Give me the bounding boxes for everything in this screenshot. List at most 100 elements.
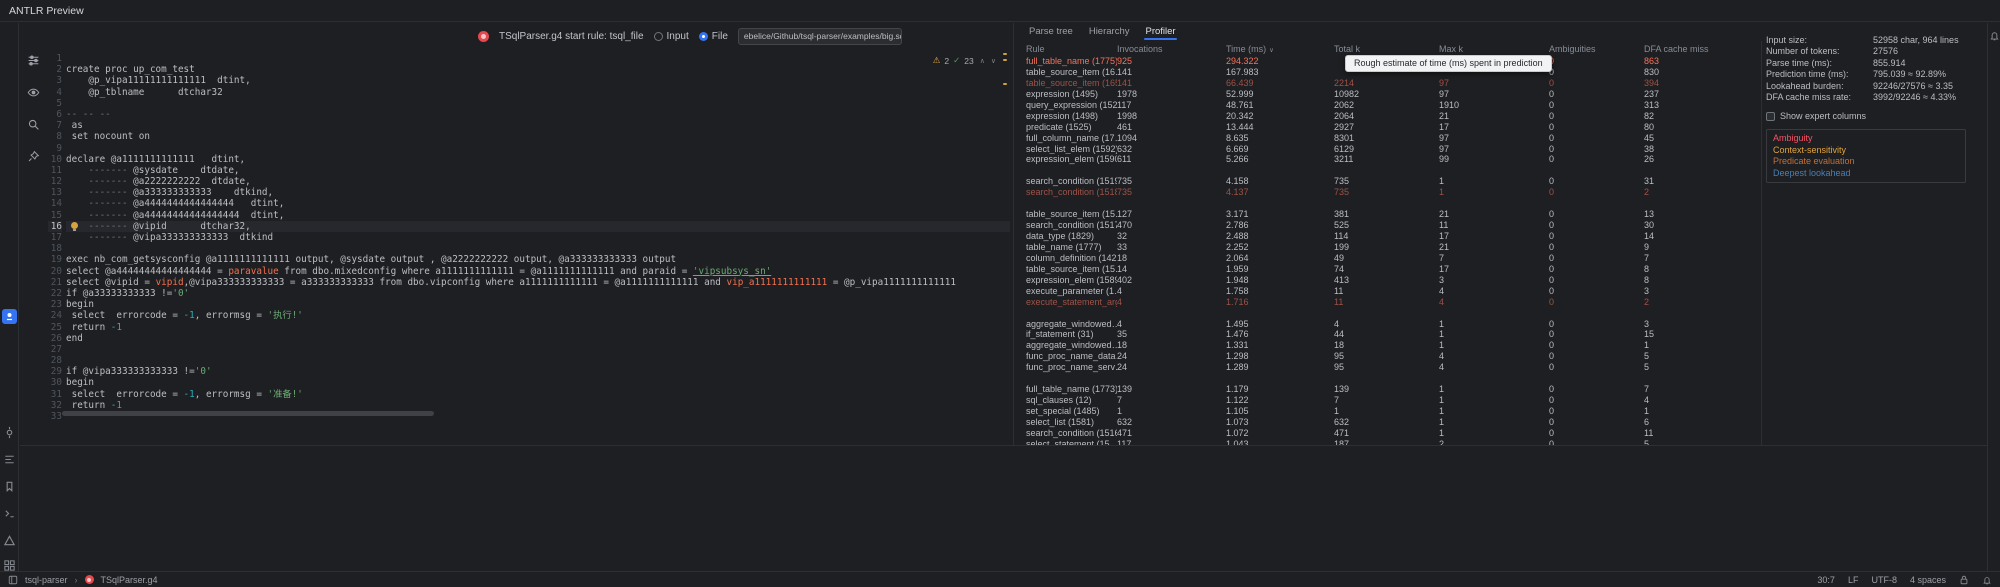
- column-header-invocations[interactable]: Invocations: [1117, 43, 1226, 56]
- next-issue-chevron-icon[interactable]: ∨: [991, 57, 996, 65]
- profiler-row[interactable]: search_condition (1516)4711.0724711011: [1014, 428, 1761, 439]
- profiler-row[interactable]: aggregate_windowed…181.33118101: [1014, 340, 1761, 351]
- code-line[interactable]: [66, 98, 1010, 109]
- bookmarks-icon[interactable]: [2, 479, 17, 494]
- code-line[interactable]: declare @a1111111111111 dtint,: [66, 154, 1010, 165]
- code-line[interactable]: [66, 143, 1010, 154]
- line-separator[interactable]: LF: [1848, 575, 1859, 585]
- settings-sliders-icon[interactable]: [26, 53, 41, 68]
- profiler-row[interactable]: [1014, 198, 1761, 209]
- profiler-row[interactable]: execute_statement_arg (1…41.71611402: [1014, 297, 1761, 308]
- window-icon[interactable]: [8, 575, 18, 585]
- code-line[interactable]: ------- @a44444444444444444 dtint,: [66, 210, 1010, 221]
- profiler-row[interactable]: select_list (1581)6321.073632106: [1014, 417, 1761, 428]
- profiler-row[interactable]: expression_elem (1590)6115.266321199026: [1014, 154, 1761, 165]
- warning-stripe-mark[interactable]: [1003, 53, 1007, 55]
- prev-issue-chevron-icon[interactable]: ∧: [980, 57, 985, 65]
- problems-icon[interactable]: [2, 533, 17, 548]
- cursor-position[interactable]: 30:7: [1817, 575, 1835, 585]
- profiler-row[interactable]: execute_parameter (1…41.75811403: [1014, 286, 1761, 297]
- search-icon[interactable]: [26, 117, 41, 132]
- column-header-rule[interactable]: Rule: [1014, 43, 1117, 56]
- profiler-row[interactable]: expression (1498)199820.342206421082: [1014, 111, 1761, 122]
- editor-code[interactable]: create proc up_com_test @p_vipa111111111…: [66, 53, 1010, 422]
- profiler-row[interactable]: table_source_item (1654)14166.4392214970…: [1014, 78, 1761, 89]
- profiler-row[interactable]: func_proc_name_serv…241.28995405: [1014, 362, 1761, 373]
- profiler-row[interactable]: [1014, 308, 1761, 319]
- file-encoding[interactable]: UTF-8: [1871, 575, 1897, 585]
- code-line[interactable]: return -1: [66, 322, 1010, 333]
- indent-setting[interactable]: 4 spaces: [1910, 575, 1946, 585]
- code-line[interactable]: -- -- --: [66, 109, 1010, 120]
- code-line[interactable]: create proc up_com_test: [66, 64, 1010, 75]
- code-line[interactable]: select @a44444444444444444 = paravalue f…: [66, 266, 1010, 277]
- warning-stripe-mark[interactable]: [1003, 83, 1007, 85]
- pin-icon[interactable]: [26, 149, 41, 164]
- profiler-table[interactable]: RuleInvocationsTime (ms)∨Total kMax kAmb…: [1014, 41, 1762, 445]
- code-line[interactable]: ------- @a2222222222 dtdate,: [66, 176, 1010, 187]
- profiler-row[interactable]: column_definition (1421)182.06449707: [1014, 253, 1761, 264]
- column-header-ambiguities[interactable]: Ambiguities: [1549, 43, 1644, 56]
- code-line[interactable]: if @a33333333333 !='0': [66, 288, 1010, 299]
- profiler-row[interactable]: func_proc_name_data…241.29895405: [1014, 351, 1761, 362]
- profiler-row[interactable]: search_condition (1519)7354.1587351031: [1014, 176, 1761, 187]
- code-line[interactable]: end: [66, 333, 1010, 344]
- code-line[interactable]: if @vipa333333333333 !='0': [66, 366, 1010, 377]
- profiler-row[interactable]: full_table_name (1773)1391.179139107: [1014, 384, 1761, 395]
- tab-parse-tree[interactable]: Parse tree: [1029, 26, 1073, 37]
- code-line[interactable]: @p_tblname dtchar32: [66, 87, 1010, 98]
- profiler-row[interactable]: full_column_name (17…10948.635830197045: [1014, 133, 1761, 144]
- scrollbar-thumb[interactable]: [62, 411, 434, 416]
- tab-profiler[interactable]: Profiler: [1145, 26, 1175, 37]
- code-line[interactable]: ------- @a4444444444444444 dtint,: [66, 198, 1010, 209]
- profiler-row[interactable]: table_source_item (15…141.959741708: [1014, 264, 1761, 275]
- profiler-row[interactable]: query_expression (1527)11748.76120621910…: [1014, 100, 1761, 111]
- show-expert-columns-checkbox[interactable]: Show expert columns: [1766, 110, 1986, 122]
- code-line[interactable]: ------- @vipid dtchar32,: [66, 221, 1010, 232]
- warning-stripe-mark[interactable]: [1003, 59, 1007, 61]
- antlr-preview-tool-icon[interactable]: [2, 309, 17, 324]
- profiler-row[interactable]: set_special (1485)11.1051101: [1014, 406, 1761, 417]
- code-line[interactable]: ------- @a333333333333 dtkind,: [66, 187, 1010, 198]
- inspections-widget[interactable]: ⚠ 2 ✓ 23 ∧ ∨: [933, 55, 996, 66]
- intention-bulb-icon[interactable]: [71, 222, 78, 229]
- code-line[interactable]: [66, 243, 1010, 254]
- profiler-row[interactable]: table_name (1777)332.2521992109: [1014, 242, 1761, 253]
- profiler-row[interactable]: if_statement (31)351.476441015: [1014, 329, 1761, 340]
- profiler-row[interactable]: data_type (1829)322.48811417014: [1014, 231, 1761, 242]
- bell-icon[interactable]: [1982, 575, 1992, 585]
- file-radio[interactable]: File: [699, 31, 728, 42]
- profiler-row[interactable]: expression (1495)197852.99910982970237: [1014, 89, 1761, 100]
- code-line[interactable]: as: [66, 120, 1010, 131]
- profiler-row[interactable]: search_condition (1518)7354.137735102: [1014, 187, 1761, 198]
- code-line[interactable]: @p_vipa11111111111111 dtint,: [66, 75, 1010, 86]
- code-line[interactable]: select errorcode = -1, errormsg = '执行!': [66, 310, 1010, 321]
- notifications-bell-icon[interactable]: [1988, 29, 2000, 42]
- profiler-row[interactable]: [1014, 373, 1761, 384]
- file-path-field[interactable]: ebelice/Github/tsql-parser/examples/big.…: [738, 28, 902, 45]
- breadcrumb-file[interactable]: TSqlParser.g4: [101, 575, 158, 585]
- code-line[interactable]: ------- @sysdate dtdate,: [66, 165, 1010, 176]
- code-line[interactable]: select @vipid = vipid,@vipa333333333333 …: [66, 277, 1010, 288]
- code-line[interactable]: [66, 355, 1010, 366]
- code-line[interactable]: exec nb_com_getsysconfig @a1111111111111…: [66, 254, 1010, 265]
- commit-icon[interactable]: [2, 425, 17, 440]
- breadcrumb-project[interactable]: tsql-parser: [25, 575, 68, 585]
- sql-input-editor[interactable]: 1234567891011121314151617181920212223242…: [48, 49, 1010, 445]
- profiler-row[interactable]: aggregate_windowed…41.4954103: [1014, 319, 1761, 330]
- horizontal-scrollbar[interactable]: [62, 411, 1004, 416]
- code-line[interactable]: begin: [66, 299, 1010, 310]
- code-line[interactable]: return -1: [66, 400, 1010, 411]
- profiler-row[interactable]: sql_clauses (12)71.1227104: [1014, 395, 1761, 406]
- column-header-dfa-cache-miss[interactable]: DFA cache miss: [1644, 43, 1742, 56]
- profiler-row[interactable]: expression_elem (1589)4021.948413308: [1014, 275, 1761, 286]
- eye-icon[interactable]: [26, 85, 41, 100]
- profiler-row[interactable]: search_condition (1517)4702.78652511030: [1014, 220, 1761, 231]
- column-header-time-ms-[interactable]: Time (ms)∨: [1226, 43, 1334, 56]
- profiler-row[interactable]: predicate (1525)46113.444292717080: [1014, 122, 1761, 133]
- code-line[interactable]: select errorcode = -1, errormsg = '准备!': [66, 389, 1010, 400]
- input-radio[interactable]: Input: [654, 31, 689, 42]
- code-line[interactable]: begin: [66, 377, 1010, 388]
- code-line[interactable]: ------- @vipa333333333333 dtkind: [66, 232, 1010, 243]
- structure-icon[interactable]: [2, 452, 17, 467]
